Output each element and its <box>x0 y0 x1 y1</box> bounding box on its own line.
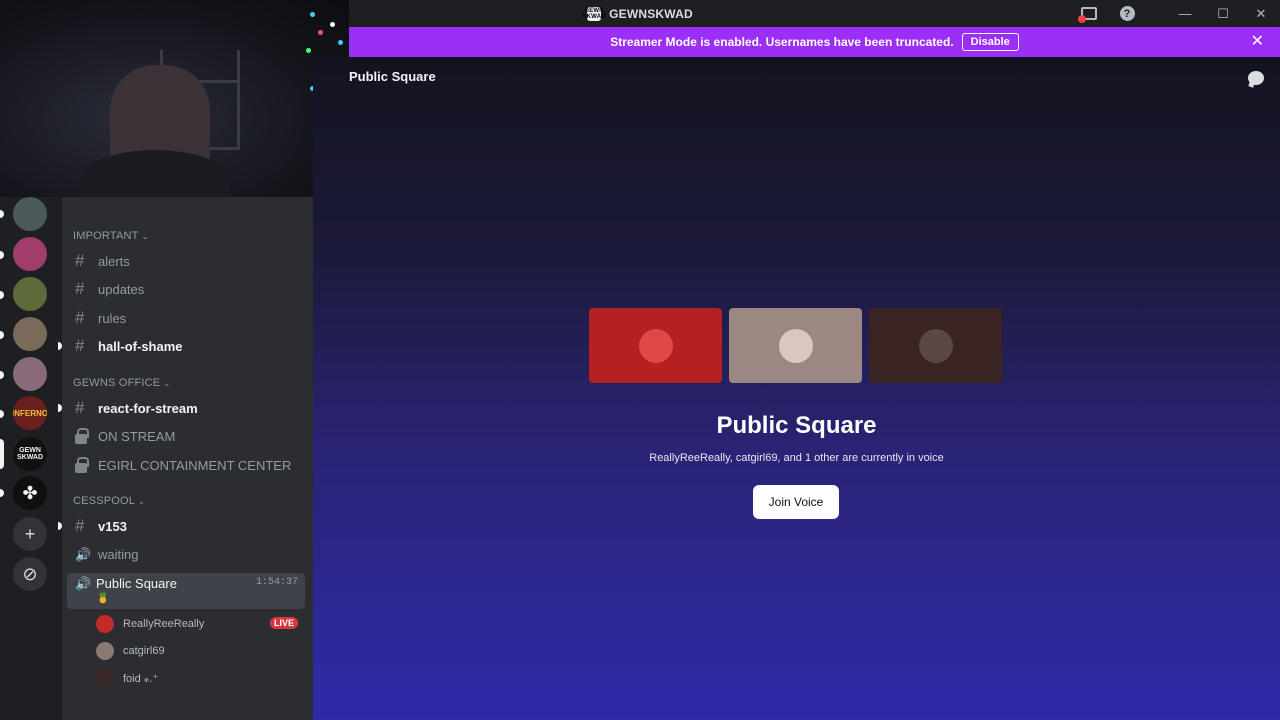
category-cesspool[interactable]: CESSPOOL ⌄ <box>73 495 145 507</box>
channel-rules[interactable]: # rules <box>67 305 305 331</box>
server-unread-pip <box>0 489 4 497</box>
server-unread-pip <box>0 410 4 418</box>
server-icon-2[interactable] <box>13 237 47 271</box>
channel-waiting[interactable]: 🔊 waiting <box>67 541 305 567</box>
banner-text: Streamer Mode is enabled. Usernames have… <box>610 35 954 49</box>
server-icon-3[interactable] <box>13 277 47 311</box>
channel-unread-pip <box>58 342 62 350</box>
chevron-down-icon: ⌄ <box>138 497 146 506</box>
hash-icon: # <box>75 279 85 298</box>
window-title: GEWN SKWAD GEWNSKWAD <box>582 6 693 21</box>
avatar <box>96 669 114 687</box>
chat-bubble-icon[interactable] <box>1248 71 1264 85</box>
server-unread-pip <box>0 210 4 218</box>
avatar <box>96 642 114 660</box>
voice-stage: Public Square Public Square ReallyReeRea… <box>313 57 1280 720</box>
server-unread-pip <box>0 251 4 259</box>
voice-status-emoji: 🍍 <box>96 592 110 604</box>
add-server-icon[interactable]: + <box>13 517 47 551</box>
channel-alerts[interactable]: # alerts <box>67 248 305 274</box>
string-light <box>330 22 335 27</box>
voice-user-1[interactable]: ReallyReeReally LIVE <box>96 613 300 635</box>
string-light <box>310 12 315 17</box>
disable-streamer-mode-button[interactable]: Disable <box>961 33 1019 51</box>
server-icon-1[interactable] <box>13 197 47 231</box>
lock-icon <box>75 456 89 473</box>
voice-channel-subtitle: ReallyReeReally, catgirl69, and 1 other … <box>649 452 944 464</box>
banner-close-icon[interactable]: ✕ <box>1251 34 1264 50</box>
server-logo-icon: GEWN SKWAD <box>582 6 606 21</box>
participant-avatar <box>778 328 813 363</box>
server-icon-6[interactable]: INFERNO <box>13 396 47 430</box>
voice-channel-title: Public Square <box>716 412 877 439</box>
channel-on-stream[interactable]: ON STREAM <box>67 423 305 449</box>
voice-timer: 1:54:37 <box>255 577 298 588</box>
chevron-down-icon: ⌄ <box>141 232 149 241</box>
hash-icon: # <box>75 398 85 417</box>
window-title-text: GEWNSKWAD <box>609 6 693 21</box>
channel-react-for-stream[interactable]: # react-for-stream <box>67 395 305 421</box>
category-important[interactable]: IMPORTANT ⌄ <box>73 230 148 242</box>
participant-avatar <box>918 328 953 363</box>
channel-unread-pip <box>58 522 62 530</box>
maximize-button[interactable]: ☐ <box>1204 0 1242 27</box>
participant-tile-1[interactable] <box>589 308 722 383</box>
string-light <box>306 48 311 53</box>
avatar <box>96 615 114 633</box>
speaker-icon: 🔊 <box>75 576 92 591</box>
voice-user-2[interactable]: catgirl69 <box>96 640 300 662</box>
hash-icon: # <box>75 516 85 535</box>
join-voice-button[interactable]: Join Voice <box>753 485 839 519</box>
voice-user-name: ReallyReeReally <box>123 618 205 630</box>
hash-icon: # <box>75 336 85 355</box>
hash-icon: # <box>75 308 85 327</box>
channel-header-title: Public Square <box>349 69 436 84</box>
webcam-overlay <box>0 0 349 197</box>
server-rail: INFERNO GEWN SKWAD ✤ + ⊘ <box>0 197 62 720</box>
channel-egirl-containment-center[interactable]: EGIRL CONTAINMENT CENTER <box>67 452 305 478</box>
hash-icon: # <box>75 251 85 270</box>
server-icon-7[interactable]: GEWN SKWAD <box>13 437 47 471</box>
channel-v153[interactable]: # v153 <box>67 513 305 539</box>
server-icon-4[interactable] <box>13 317 47 351</box>
inbox-icon[interactable] <box>1070 0 1108 27</box>
server-icon-5[interactable] <box>13 357 47 391</box>
server-unread-pip <box>0 331 4 339</box>
channel-updates[interactable]: # updates <box>67 276 305 302</box>
window-controls: ? — ☐ ✕ <box>1070 0 1280 27</box>
speaker-icon: 🔊 <box>75 546 92 562</box>
string-light <box>338 40 343 45</box>
channel-hall-of-shame[interactable]: # hall-of-shame <box>67 333 305 359</box>
participant-tile-3[interactable] <box>869 308 1002 383</box>
voice-user-3[interactable]: foid ⁎.⁺ <box>96 667 300 689</box>
string-light <box>318 30 323 35</box>
voice-user-name: catgirl69 <box>123 645 165 657</box>
participant-tile-2[interactable] <box>729 308 862 383</box>
server-icon-8[interactable]: ✤ <box>13 476 47 510</box>
chevron-down-icon: ⌄ <box>163 379 171 388</box>
server-unread-pip <box>0 371 4 379</box>
minimize-button[interactable]: — <box>1166 0 1204 27</box>
channel-sidebar: IMPORTANT ⌄ # alerts # updates # rules # hall… <box>58 197 313 720</box>
participant-avatar <box>638 328 673 363</box>
voice-channel-public-square[interactable]: 🔊 Public Square 1:54:37 🍍 <box>67 573 305 609</box>
channel-unread-pip <box>58 404 62 412</box>
live-badge[interactable]: LIVE <box>269 617 298 629</box>
category-gewns-office[interactable]: GEWNS OFFICE ⌄ <box>73 377 170 389</box>
voice-channel-name: Public Square <box>96 576 177 591</box>
server-unread-pip <box>0 291 4 299</box>
explore-icon[interactable]: ⊘ <box>13 557 47 591</box>
voice-user-name: foid ⁎.⁺ <box>123 672 159 685</box>
server-selected-pip <box>0 439 4 469</box>
close-window-button[interactable]: ✕ <box>1242 0 1280 27</box>
streamer-mode-banner: Streamer Mode is enabled. Usernames have… <box>349 27 1280 57</box>
lock-icon <box>75 427 89 444</box>
help-icon[interactable]: ? <box>1108 0 1146 27</box>
